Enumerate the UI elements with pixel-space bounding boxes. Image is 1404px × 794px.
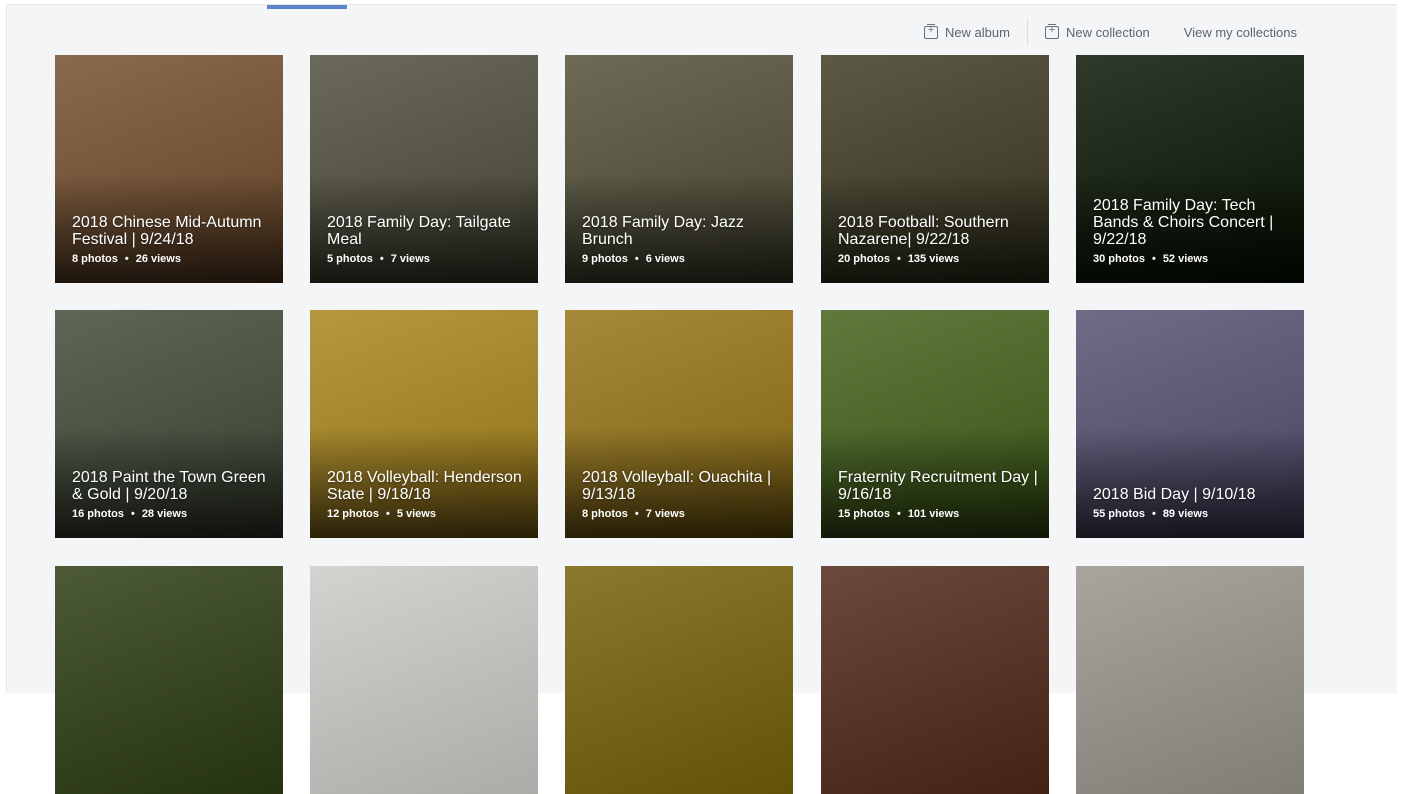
album-title: 2018 Paint the Town Green & Gold | 9/20/… bbox=[72, 469, 266, 503]
album-title: 2018 Family Day: Tech Bands & Choirs Con… bbox=[1093, 197, 1274, 248]
album-card[interactable]: 2018 Family Day: Jazz Brunch 9 photos • 6 v… bbox=[565, 55, 793, 283]
album-card[interactable] bbox=[55, 566, 283, 794]
album-meta: 2018 Family Day: Tech Bands & Choirs Con… bbox=[1093, 197, 1294, 265]
separator-dot: • bbox=[379, 253, 384, 265]
album-card[interactable]: 2018 Bid Day | 9/10/18 55 photos • 89 views bbox=[1076, 310, 1304, 538]
album-cover-image bbox=[565, 566, 793, 794]
album-meta: 2018 Football: Southern Nazarene| 9/22/1… bbox=[838, 214, 1039, 265]
view-count: 89 views bbox=[1162, 508, 1209, 520]
album-card[interactable] bbox=[565, 566, 793, 794]
view-count: 6 views bbox=[645, 253, 685, 265]
album-card[interactable] bbox=[1076, 566, 1304, 794]
separator-dot: • bbox=[1151, 253, 1156, 265]
view-collections-link[interactable]: View my collections bbox=[1184, 25, 1297, 40]
album-title: 2018 Football: Southern Nazarene| 9/22/1… bbox=[838, 214, 1009, 248]
toolbar-divider bbox=[1026, 19, 1028, 45]
view-count: 7 views bbox=[645, 508, 685, 520]
album-meta: 2018 Volleyball: Ouachita | 9/13/18 8 pho… bbox=[582, 469, 783, 520]
separator-dot: • bbox=[124, 253, 129, 265]
album-title: 2018 Family Day: Jazz Brunch bbox=[582, 214, 744, 248]
view-count: 101 views bbox=[907, 508, 960, 520]
new-album-label: New album bbox=[944, 24, 1010, 40]
new-collection-label: New collection bbox=[1065, 24, 1150, 40]
photo-count: 5 photos bbox=[327, 253, 373, 265]
photo-count: 30 photos bbox=[1093, 253, 1145, 265]
photo-count: 15 photos bbox=[838, 508, 890, 520]
separator-dot: • bbox=[634, 508, 639, 520]
photo-count: 16 photos bbox=[72, 508, 124, 520]
album-meta: 2018 Volleyball: Henderson State | 9/18/… bbox=[327, 469, 528, 520]
photo-count: 8 photos bbox=[582, 508, 628, 520]
album-card[interactable]: 2018 Family Day: Tech Bands & Choirs Con… bbox=[1076, 55, 1304, 283]
album-title: 2018 Bid Day | 9/10/18 bbox=[1093, 486, 1256, 503]
album-title: 2018 Volleyball: Ouachita | 9/13/18 bbox=[582, 469, 772, 503]
view-count: 28 views bbox=[141, 508, 188, 520]
photo-count: 20 photos bbox=[838, 253, 890, 265]
album-title: Fraternity Recruitment Day | 9/16/18 bbox=[838, 469, 1038, 503]
view-count: 7 views bbox=[390, 253, 430, 265]
view-collections-label: View my collections bbox=[1183, 24, 1297, 40]
album-card[interactable] bbox=[821, 566, 1049, 794]
album-stats: 20 photos • 135 views bbox=[838, 253, 1039, 265]
album-meta: Fraternity Recruitment Day | 9/16/18 15 p… bbox=[838, 469, 1039, 520]
album-stats: 16 photos • 28 views bbox=[72, 508, 273, 520]
album-cover-image bbox=[821, 566, 1049, 794]
album-stats: 8 photos • 7 views bbox=[582, 508, 783, 520]
album-stats: 15 photos • 101 views bbox=[838, 508, 1039, 520]
album-cover-image bbox=[310, 566, 538, 794]
view-count: 5 views bbox=[396, 508, 436, 520]
separator-dot: • bbox=[1151, 508, 1156, 520]
photo-count: 55 photos bbox=[1093, 508, 1145, 520]
album-card[interactable]: 2018 Volleyball: Ouachita | 9/13/18 8 pho… bbox=[565, 310, 793, 538]
new-album-icon bbox=[923, 23, 938, 39]
album-stats: 30 photos • 52 views bbox=[1093, 253, 1294, 265]
album-meta: 2018 Family Day: Tailgate Meal 5 photos • 7… bbox=[327, 214, 528, 265]
view-count: 52 views bbox=[1162, 253, 1209, 265]
album-cover-image bbox=[1076, 566, 1304, 794]
album-card[interactable]: 2018 Paint the Town Green & Gold | 9/20/… bbox=[55, 310, 283, 538]
album-card[interactable]: Fraternity Recruitment Day | 9/16/18 15 p… bbox=[821, 310, 1049, 538]
album-card[interactable]: 2018 Volleyball: Henderson State | 9/18/… bbox=[310, 310, 538, 538]
album-stats: 9 photos • 6 views bbox=[582, 253, 783, 265]
album-card[interactable]: 2018 Chinese Mid-Autumn Festival | 9/24/… bbox=[55, 55, 283, 283]
album-meta: 2018 Bid Day | 9/10/18 55 photos • 89 views bbox=[1093, 486, 1294, 520]
view-count: 26 views bbox=[135, 253, 181, 265]
view-count: 135 views bbox=[907, 253, 960, 265]
album-meta: 2018 Chinese Mid-Autumn Festival | 9/24/… bbox=[72, 214, 273, 265]
album-title: 2018 Chinese Mid-Autumn Festival | 9/24/… bbox=[72, 214, 262, 248]
new-collection-button[interactable]: New collection bbox=[1044, 23, 1150, 40]
separator-dot: • bbox=[896, 253, 901, 265]
album-meta: 2018 Paint the Town Green & Gold | 9/20/… bbox=[72, 469, 273, 520]
album-card[interactable] bbox=[310, 566, 538, 794]
album-cover-image bbox=[55, 566, 283, 794]
album-title: 2018 Family Day: Tailgate Meal bbox=[327, 214, 511, 248]
album-stats: 8 photos • 26 views bbox=[72, 253, 273, 265]
toolbar: New album New collection View my collect… bbox=[923, 19, 1297, 45]
album-stats: 55 photos • 89 views bbox=[1093, 508, 1294, 520]
album-meta: 2018 Family Day: Jazz Brunch 9 photos • 6 v… bbox=[582, 214, 783, 265]
separator-dot: • bbox=[896, 508, 901, 520]
separator-dot: • bbox=[130, 508, 135, 520]
new-collection-icon bbox=[1044, 23, 1059, 39]
photo-count: 12 photos bbox=[327, 508, 379, 520]
new-album-button[interactable]: New album bbox=[923, 23, 1010, 40]
album-title: 2018 Volleyball: Henderson State | 9/18/… bbox=[327, 469, 522, 503]
album-stats: 5 photos • 7 views bbox=[327, 253, 528, 265]
album-card[interactable]: 2018 Football: Southern Nazarene| 9/22/1… bbox=[821, 55, 1049, 283]
separator-dot: • bbox=[385, 508, 390, 520]
active-tab-indicator bbox=[267, 5, 347, 9]
photo-count: 9 photos bbox=[582, 253, 628, 265]
photo-count: 8 photos bbox=[72, 253, 118, 265]
separator-dot: • bbox=[634, 253, 639, 265]
album-stats: 12 photos • 5 views bbox=[327, 508, 528, 520]
album-card[interactable]: 2018 Family Day: Tailgate Meal 5 photos • 7… bbox=[310, 55, 538, 283]
